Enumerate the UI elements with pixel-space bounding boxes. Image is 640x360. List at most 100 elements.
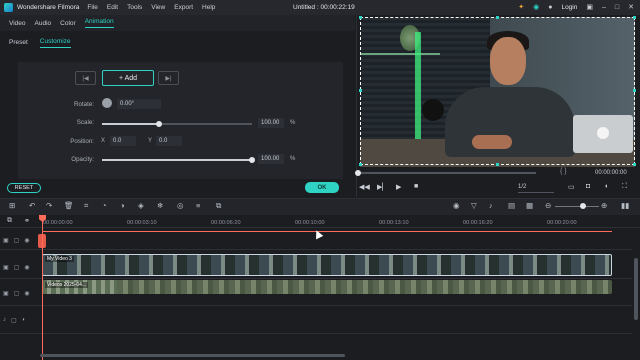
zoom-out-icon[interactable]: ⊖: [545, 201, 551, 210]
gift-icon[interactable]: ▣: [586, 2, 593, 13]
menu-export[interactable]: Export: [174, 4, 193, 11]
marker-icon[interactable]: ▽: [471, 201, 477, 210]
undo-icon[interactable]: ↶: [29, 201, 35, 210]
tab-video[interactable]: Video: [9, 20, 26, 27]
play-reverse-icon[interactable]: ▶▏: [377, 183, 388, 191]
mark-in-out[interactable]: { }: [560, 168, 567, 175]
timeline-vertical-scrollbar[interactable]: [634, 258, 638, 320]
previous-frame-icon[interactable]: ◀◀: [359, 183, 370, 191]
transform-handle[interactable]: [359, 16, 362, 19]
lock-icon[interactable]: ▢: [11, 317, 17, 324]
lock-icon[interactable]: ▢: [14, 290, 20, 297]
timeline-zoom-slider[interactable]: [555, 206, 599, 207]
lock-icon[interactable]: ▢: [14, 237, 20, 244]
transform-handle[interactable]: [496, 16, 499, 19]
eye-icon[interactable]: ◉: [24, 237, 29, 244]
subtab-preset[interactable]: Preset: [9, 39, 28, 46]
transform-handle[interactable]: [633, 163, 636, 166]
scale-value[interactable]: 100.00: [258, 118, 284, 128]
preview-scrubber[interactable]: [358, 172, 536, 174]
stop-icon[interactable]: ■: [414, 183, 418, 190]
volume-icon[interactable]: ◖: [604, 183, 608, 190]
transform-handle[interactable]: [496, 163, 499, 166]
menu-tools[interactable]: Tools: [127, 4, 142, 11]
next-keyframe-button[interactable]: ▶|: [158, 71, 179, 85]
add-keyframe-button[interactable]: + Add: [102, 70, 154, 86]
mixer-icon[interactable]: ▤: [508, 201, 515, 210]
position-y-value[interactable]: 0.0: [156, 136, 182, 146]
position-x-value[interactable]: 0.0: [110, 136, 136, 146]
delete-icon[interactable]: 🗑: [64, 201, 74, 210]
grid-icon[interactable]: ⊞: [9, 201, 15, 210]
speaker-icon[interactable]: ◖: [22, 317, 26, 323]
add-track-icon[interactable]: ⧉: [7, 217, 12, 225]
lightbulb-icon[interactable]: ✦: [518, 2, 524, 13]
freeze-icon[interactable]: ❄: [157, 201, 163, 210]
fullscreen-icon[interactable]: ⛶: [622, 183, 627, 191]
prev-keyframe-button[interactable]: |◀: [75, 71, 96, 85]
menu-file[interactable]: File: [87, 4, 97, 11]
timeline-settings-icon[interactable]: ▮▮: [621, 201, 629, 210]
snapshot-icon[interactable]: ◘: [586, 183, 590, 190]
speed-icon[interactable]: ◔: [102, 201, 107, 210]
caption-icon[interactable]: ▦: [526, 201, 533, 210]
preview-scrubber-knob[interactable]: [355, 170, 361, 176]
close-icon[interactable]: ✕: [628, 2, 634, 13]
ruler-tick-label: 00:00:16:20: [463, 220, 493, 226]
opacity-slider[interactable]: [102, 157, 255, 163]
color-icon[interactable]: ◑: [120, 201, 125, 210]
playhead[interactable]: [42, 218, 43, 360]
screen-icon[interactable]: ▭: [568, 183, 575, 191]
tab-color[interactable]: Color: [60, 20, 76, 27]
render-icon[interactable]: ◉: [453, 201, 460, 210]
timeline-range-line: [42, 231, 612, 232]
lock-icon[interactable]: ▢: [14, 264, 20, 271]
eye-icon[interactable]: ◉: [24, 264, 29, 271]
redo-icon[interactable]: ↷: [46, 201, 52, 210]
minimize-icon[interactable]: –: [602, 2, 606, 13]
mic-icon[interactable]: ♪: [489, 201, 493, 210]
split-screen-icon[interactable]: ⧉: [216, 201, 221, 211]
login-button[interactable]: Login: [561, 4, 577, 11]
track-type-icon: ▣: [3, 237, 9, 244]
video-clip-2[interactable]: [117, 280, 612, 294]
stabilize-icon[interactable]: ◎: [177, 201, 184, 210]
transform-handle[interactable]: [633, 89, 636, 92]
keyframe-icon[interactable]: ◈: [138, 201, 144, 210]
scale-slider[interactable]: [102, 121, 252, 127]
ruler-tick-label: 00:00:13:10: [379, 220, 409, 226]
tab-animation[interactable]: Animation: [84, 18, 114, 28]
scale-slider-knob[interactable]: [156, 121, 162, 127]
link-icon[interactable]: ⚭: [24, 217, 30, 225]
user-icon[interactable]: ●: [548, 2, 552, 13]
crop-icon[interactable]: ⌗: [84, 201, 88, 211]
play-icon[interactable]: ▶: [396, 183, 401, 191]
tab-audio[interactable]: Audio: [35, 20, 52, 27]
menu-edit[interactable]: Edit: [107, 4, 118, 11]
playback-quality-select[interactable]: 1/2: [518, 184, 554, 193]
headset-icon[interactable]: ◉: [533, 2, 539, 13]
transform-bounding-box[interactable]: [360, 17, 635, 165]
maximize-icon[interactable]: □: [615, 2, 619, 13]
opacity-value[interactable]: 100.00: [258, 154, 284, 164]
subtab-customize[interactable]: Customize: [39, 38, 71, 48]
transform-handle[interactable]: [359, 163, 362, 166]
menu-bar: File Edit Tools View Export Help: [87, 4, 215, 11]
eye-icon[interactable]: ◉: [24, 290, 29, 297]
panel-tabs: Video Audio Color Animation: [0, 15, 355, 31]
adjust-icon[interactable]: ≡: [196, 201, 200, 210]
timeline-zoom-knob[interactable]: [580, 203, 586, 209]
rotate-dial[interactable]: [102, 98, 112, 108]
track-header-3: ▣ ▢ ◉: [0, 235, 40, 245]
rotate-value[interactable]: 0.00°: [117, 99, 161, 109]
opacity-slider-knob[interactable]: [249, 157, 255, 163]
menu-help[interactable]: Help: [202, 4, 215, 11]
timeline-horizontal-scrollbar[interactable]: [40, 354, 345, 357]
menu-view[interactable]: View: [151, 4, 165, 11]
transform-handle[interactable]: [359, 89, 362, 92]
reset-button[interactable]: RESET: [7, 183, 41, 193]
ok-button[interactable]: OK: [305, 182, 339, 193]
zoom-in-icon[interactable]: ⊕: [601, 201, 607, 210]
transform-handle[interactable]: [633, 16, 636, 19]
video-clip[interactable]: [42, 254, 612, 276]
